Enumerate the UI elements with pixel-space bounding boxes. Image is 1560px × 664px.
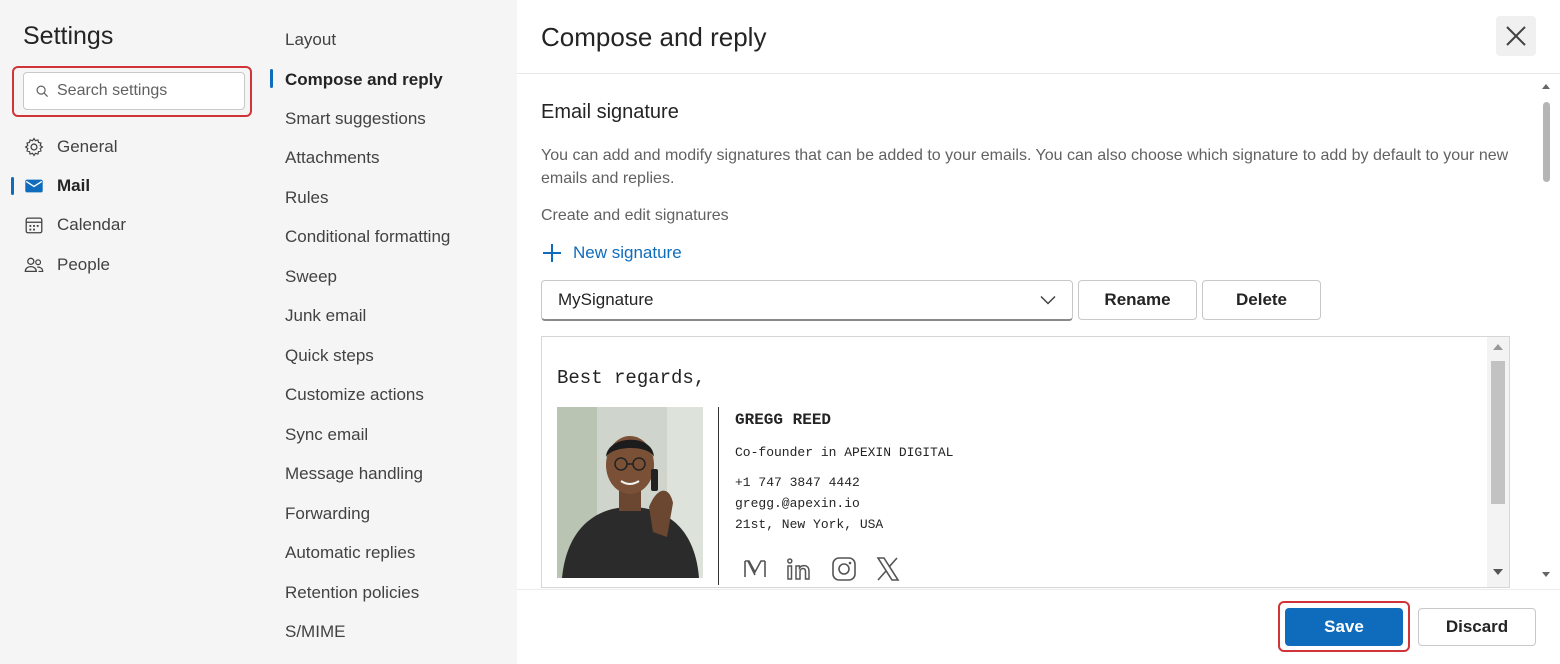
pane-title: Compose and reply — [541, 22, 767, 52]
nav-item-calendar[interactable]: Calendar — [23, 212, 126, 238]
subnav-item-sweep[interactable]: Sweep — [285, 265, 337, 289]
signature-role: Co-founder in APEXIN DIGITAL — [735, 445, 954, 460]
subnav-item-customize-actions[interactable]: Customize actions — [285, 383, 424, 407]
settings-sidebar: Settings General Mail Calendar People La… — [0, 0, 517, 664]
signature-name: GREGG REED — [735, 411, 832, 429]
subnav-item-sync-email[interactable]: Sync email — [285, 423, 368, 447]
pane-scroll-up-icon[interactable] — [1542, 84, 1550, 89]
scroll-up-icon[interactable] — [1493, 344, 1503, 350]
rename-button[interactable]: Rename — [1078, 280, 1197, 320]
delete-button[interactable]: Delete — [1202, 280, 1321, 320]
pane-scroll-down-icon[interactable] — [1542, 572, 1550, 577]
signature-phone: +1 747 3847 4442 — [735, 475, 860, 490]
mail-icon — [25, 179, 43, 193]
subnav-item-rules[interactable]: Rules — [285, 186, 328, 210]
signature-greeting: Best regards, — [557, 367, 706, 389]
nav-item-general[interactable]: General — [23, 134, 117, 160]
subnav-item-forwarding[interactable]: Forwarding — [285, 502, 370, 526]
section-title: Email signature — [541, 101, 679, 123]
nav-item-people[interactable]: People — [23, 252, 110, 278]
subnav-active-indicator — [270, 69, 273, 88]
plus-icon — [543, 244, 561, 262]
medium-icon — [744, 560, 766, 577]
pane-scrollbar[interactable] — [1540, 74, 1554, 590]
editor-scrollbar-thumb[interactable] — [1491, 361, 1505, 504]
discard-button[interactable]: Discard — [1418, 608, 1536, 646]
subnav-item-retention-policies[interactable]: Retention policies — [285, 581, 419, 605]
scroll-down-icon[interactable] — [1493, 569, 1503, 575]
new-signature-button[interactable]: New signature — [541, 242, 682, 264]
search-icon — [36, 85, 49, 97]
nav-label-mail: Mail — [57, 176, 91, 195]
save-button[interactable]: Save — [1285, 608, 1403, 646]
subnav-item-automatic-replies[interactable]: Automatic replies — [285, 541, 415, 565]
settings-title: Settings — [23, 22, 114, 50]
signature-address: 21st, New York, USA — [735, 517, 884, 532]
nav-label-people: People — [57, 255, 110, 274]
create-signatures-label: Create and edit signatures — [541, 207, 729, 224]
section-description: You can add and modify signatures that c… — [541, 147, 1509, 187]
x-icon — [876, 557, 900, 581]
subnav-item-message-handling[interactable]: Message handling — [285, 462, 423, 486]
people-icon — [24, 257, 44, 273]
subnav-item-smime[interactable]: S/MIME — [285, 620, 345, 644]
search-box[interactable] — [23, 72, 245, 110]
mail-active-indicator — [11, 177, 14, 195]
profile-photo — [557, 407, 703, 578]
subnav-item-layout[interactable]: Layout — [285, 28, 336, 52]
signature-dropdown-value: MySignature — [558, 290, 654, 309]
pane-scrollbar-thumb[interactable] — [1543, 102, 1550, 182]
header-divider — [517, 73, 1560, 74]
search-input[interactable] — [57, 82, 227, 100]
calendar-icon — [25, 217, 43, 234]
subnav-item-quick-steps[interactable]: Quick steps — [285, 344, 374, 368]
linkedin-icon — [787, 558, 810, 580]
close-button[interactable] — [1496, 16, 1536, 56]
subnav-item-conditional-formatting[interactable]: Conditional formatting — [285, 225, 450, 249]
signature-editor[interactable]: Best regards, GREGG REED Co-founder in A… — [541, 336, 1510, 588]
subnav-item-attachments[interactable]: Attachments — [285, 146, 380, 170]
nav-label-general: General — [57, 137, 118, 156]
subnav-item-smart-suggestions[interactable]: Smart suggestions — [285, 107, 426, 131]
gear-icon — [24, 137, 44, 157]
nav-item-mail[interactable]: Mail — [23, 173, 90, 199]
signature-dropdown[interactable]: MySignature — [541, 280, 1073, 321]
chevron-down-icon — [1040, 295, 1056, 305]
nav-label-calendar: Calendar — [57, 215, 126, 234]
signature-divider — [718, 407, 719, 585]
editor-scrollbar[interactable] — [1487, 337, 1509, 587]
subnav-item-junk-email[interactable]: Junk email — [285, 304, 366, 328]
instagram-icon — [832, 557, 856, 581]
new-signature-label: New signature — [573, 243, 682, 262]
signature-email: gregg.@apexin.io — [735, 496, 860, 511]
close-icon — [1506, 26, 1526, 46]
subnav-item-compose-and-reply[interactable]: Compose and reply — [285, 68, 443, 92]
